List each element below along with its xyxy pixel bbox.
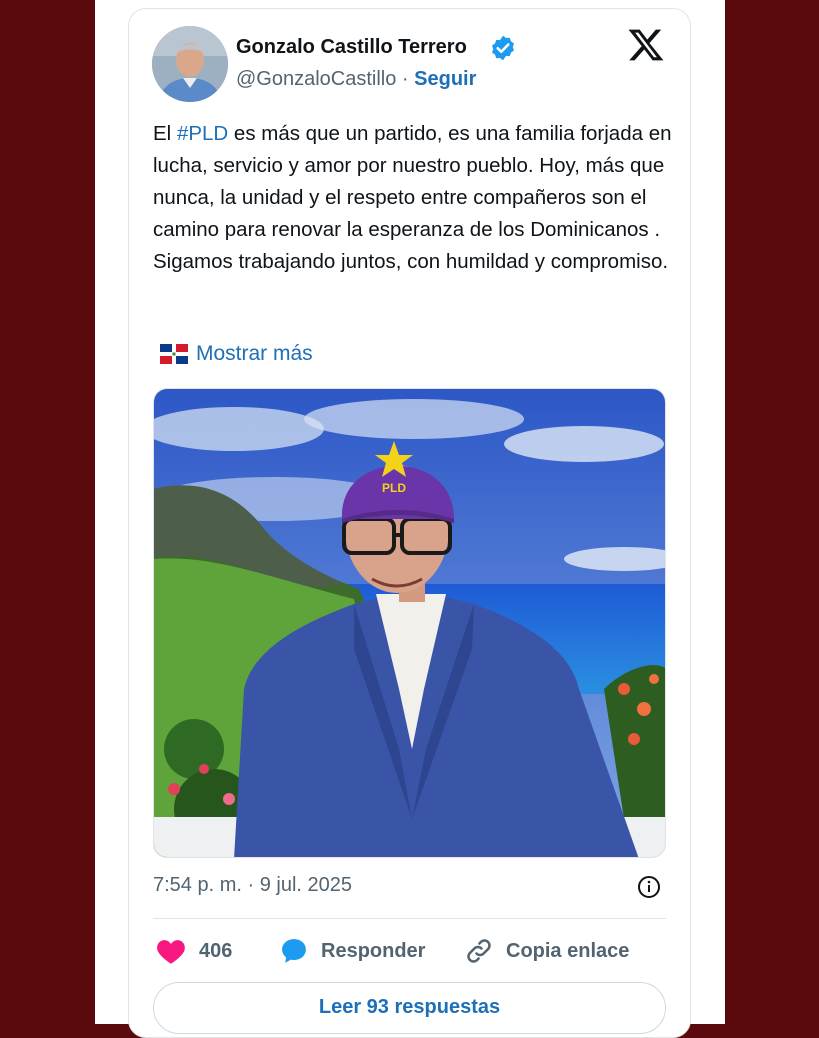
handle-separator: · xyxy=(396,68,415,90)
like-count: 406 xyxy=(199,939,233,962)
author-handle[interactable]: @GonzaloCastillo xyxy=(236,68,396,90)
read-replies-button[interactable]: Leer 93 respuestas xyxy=(153,982,666,1034)
reply-label: Responder xyxy=(321,939,426,962)
heart-icon xyxy=(157,940,185,964)
avatar[interactable] xyxy=(152,26,228,102)
copy-link-label: Copia enlace xyxy=(506,939,630,962)
tweet-text-rest: es más que un partido, es una familia fo… xyxy=(153,122,672,273)
author-handle-row: @GonzaloCastillo · Seguir xyxy=(236,68,476,91)
reply-button[interactable]: Responder xyxy=(279,934,425,968)
author-name[interactable]: Gonzalo Castillo Terrero xyxy=(236,36,467,59)
tweet-text-start: El xyxy=(153,122,177,145)
show-more-label[interactable]: Mostrar más xyxy=(196,342,313,366)
like-button[interactable]: 406 xyxy=(155,934,232,968)
copy-link-button[interactable]: Copia enlace xyxy=(464,934,629,968)
follow-button[interactable]: Seguir xyxy=(414,68,476,90)
info-icon[interactable] xyxy=(637,875,661,899)
hashtag-link[interactable]: #PLD xyxy=(177,122,228,145)
dominican-flag-icon xyxy=(160,344,188,364)
action-bar: 406 Responder Copia enlace xyxy=(153,934,666,968)
x-logo-icon[interactable] xyxy=(627,26,665,64)
show-more-link[interactable]: Mostrar más xyxy=(160,340,313,368)
divider xyxy=(153,918,666,919)
cap-text: PLD xyxy=(382,481,406,495)
tweet-text: El #PLD es más que un partido, es una fa… xyxy=(153,118,673,278)
timestamp[interactable]: 7:54 p. m. · 9 jul. 2025 xyxy=(153,874,352,897)
link-icon xyxy=(467,939,491,963)
tweet-photo[interactable]: PLD xyxy=(153,388,666,858)
verified-badge-icon xyxy=(492,35,514,61)
speech-bubble-icon xyxy=(282,939,306,963)
